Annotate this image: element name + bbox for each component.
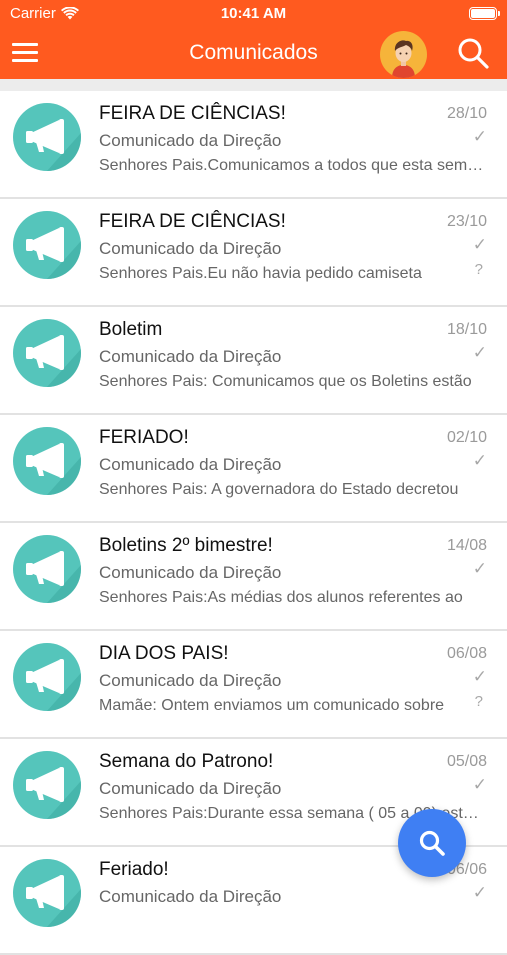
- user-avatar-icon: [392, 40, 415, 78]
- message-date: 06/08: [446, 645, 487, 662]
- message-sender: Comunicado da Direção: [99, 131, 282, 150]
- search-icon: [419, 830, 445, 856]
- megaphone-icon: [13, 859, 81, 927]
- megaphone-icon: [13, 751, 81, 819]
- message-item[interactable]: DIA DOS PAIS! 06/08 Comunicado da Direçã…: [0, 631, 507, 739]
- read-check-icon: ✓: [472, 667, 487, 686]
- message-item[interactable]: Boletins 2º bimestre! 14/08 Comunicado d…: [0, 523, 507, 631]
- message-date: 05/08: [446, 753, 487, 770]
- read-check-icon: ✓: [472, 883, 487, 902]
- message-subject: FEIRA DE CIÊNCIAS!: [99, 211, 286, 232]
- message-subject: Boletim: [99, 319, 163, 340]
- message-item[interactable]: FEIRA DE CIÊNCIAS! 23/10 Comunicado da D…: [0, 199, 507, 307]
- message-date: 28/10: [446, 105, 487, 122]
- avatar[interactable]: [380, 31, 427, 78]
- megaphone-icon: [13, 535, 81, 603]
- battery-icon: [469, 7, 500, 20]
- message-subject: FERIADO!: [99, 427, 189, 448]
- search-button[interactable]: [456, 36, 490, 70]
- app-header: Carrier 10:41 AM Comunicados: [0, 0, 507, 79]
- search-icon: [458, 38, 489, 69]
- message-sender: Comunicado da Direção: [99, 887, 282, 906]
- message-item[interactable]: FEIRA DE CIÊNCIAS! 28/10 Comunicado da D…: [0, 91, 507, 199]
- page-title: Comunicados: [189, 41, 318, 64]
- read-check-icon: ✓: [472, 775, 487, 794]
- read-check-icon: ✓: [472, 127, 487, 146]
- message-date: 02/10: [446, 429, 487, 446]
- message-date: 18/10: [446, 321, 487, 338]
- message-preview: Mamãe: Ontem enviamos um comunicado sobr…: [99, 697, 445, 714]
- megaphone-icon: [13, 211, 81, 279]
- megaphone-icon: [13, 643, 81, 711]
- nav-bar: Comunicados: [0, 28, 507, 79]
- message-date: 23/10: [446, 213, 487, 230]
- message-sender: Comunicado da Direção: [99, 563, 282, 582]
- megaphone-icon: [13, 319, 81, 387]
- message-preview: Senhores Pais:As médias dos alunos refer…: [99, 589, 463, 606]
- megaphone-icon: [13, 103, 81, 171]
- message-sender: Comunicado da Direção: [99, 779, 282, 798]
- status-bar: Carrier 10:41 AM: [0, 0, 507, 28]
- read-check-icon: ✓: [472, 343, 487, 362]
- read-check-icon: ✓: [472, 451, 487, 470]
- message-preview: Senhores Pais.Comunicamos a todos que es…: [99, 157, 485, 174]
- message-preview: Senhores Pais: A governadora do Estado d…: [99, 481, 459, 498]
- message-item[interactable]: Boletim 18/10 Comunicado da Direção ✓ Se…: [0, 307, 507, 415]
- message-sender: Comunicado da Direção: [99, 347, 282, 366]
- message-subject: Feriado!: [99, 859, 169, 880]
- megaphone-icon: [13, 427, 81, 495]
- message-sender: Comunicado da Direção: [99, 239, 282, 258]
- read-check-icon: ✓: [472, 235, 487, 254]
- message-date: 14/08: [446, 537, 487, 554]
- floating-search-button[interactable]: [398, 809, 466, 877]
- message-subject: Semana do Patrono!: [99, 751, 274, 772]
- message-sender: Comunicado da Direção: [99, 671, 282, 690]
- read-check-icon: ✓: [472, 559, 487, 578]
- message-subject: DIA DOS PAIS!: [99, 643, 229, 664]
- message-sender: Comunicado da Direção: [99, 455, 282, 474]
- message-item[interactable]: FERIADO! 02/10 Comunicado da Direção ✓ S…: [0, 415, 507, 523]
- message-preview: Senhores Pais.Eu não havia pedido camise…: [99, 265, 422, 282]
- message-subject: Boletins 2º bimestre!: [99, 535, 273, 556]
- message-subject: FEIRA DE CIÊNCIAS!: [99, 103, 286, 124]
- message-preview: Senhores Pais: Comunicamos que os Boleti…: [99, 373, 472, 390]
- status-time: 10:41 AM: [220, 5, 287, 22]
